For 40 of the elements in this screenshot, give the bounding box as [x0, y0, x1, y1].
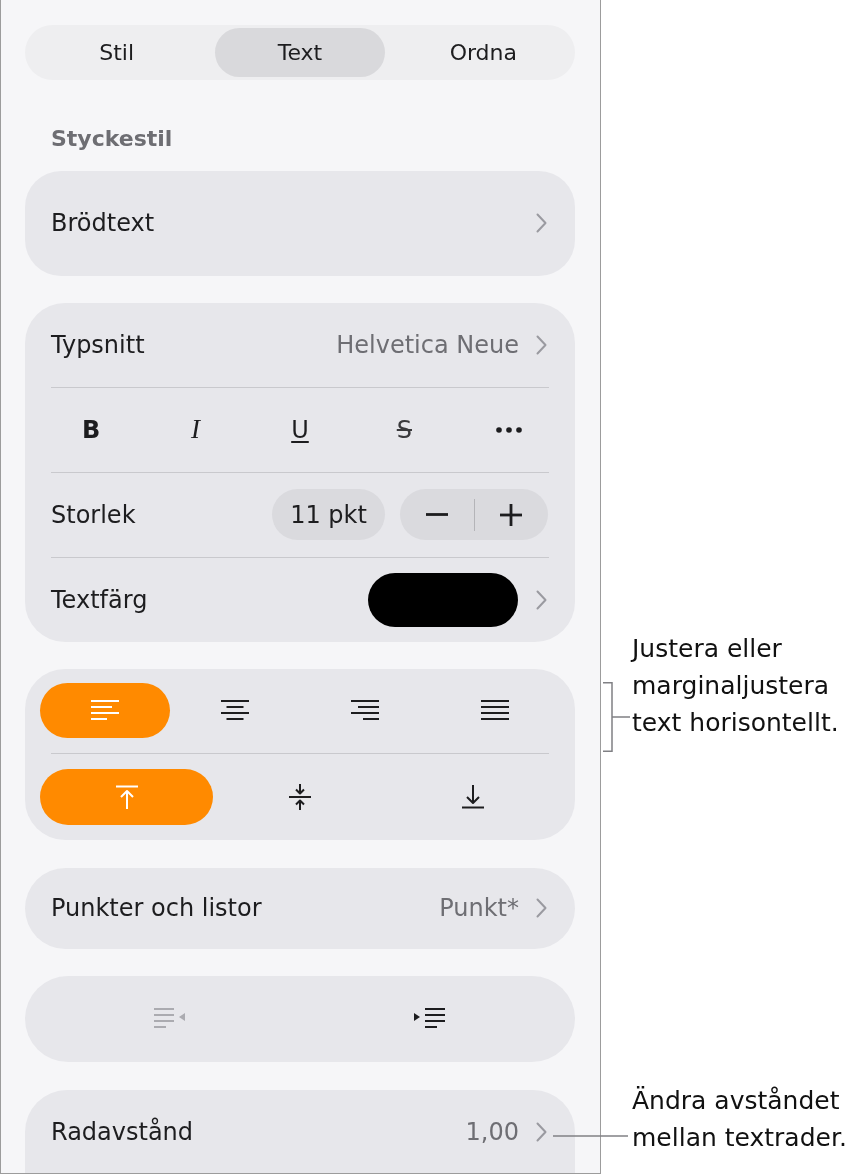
line-spacing-card[interactable]: Radavstånd 1,00 — [25, 1090, 575, 1173]
align-center-icon — [221, 699, 249, 722]
align-right-icon — [351, 699, 379, 722]
size-label: Storlek — [51, 499, 136, 530]
more-icon — [495, 426, 522, 433]
chevron-icon — [536, 589, 547, 610]
callout-text: Ändra avståndet mellan textrader. — [632, 1085, 848, 1154]
italic-button[interactable]: I — [175, 407, 216, 452]
tab[interactable]: Text — [215, 28, 385, 78]
line-spacing-value: 1,00 — [465, 1116, 519, 1147]
tab[interactable]: Stil — [32, 28, 202, 78]
callout-text: Justera eller marginaljustera text horisontellt. — [632, 633, 840, 739]
color-swatch-icon[interactable] — [368, 572, 518, 627]
strikethrough-button[interactable]: S — [384, 407, 425, 452]
bullets-value: Punkt* — [439, 893, 519, 924]
align-bottom-icon — [461, 784, 486, 809]
section-heading: Styckestil — [51, 125, 173, 154]
size-field[interactable]: 11 pkt — [272, 489, 385, 541]
paragraph-style-card[interactable]: Brödtext — [25, 171, 575, 276]
font-value[interactable]: Helvetica Neue — [336, 329, 519, 360]
align-left-icon — [91, 699, 119, 722]
bullets-card[interactable]: Punkter och listor Punkt* — [25, 867, 575, 950]
font-label: Typsnitt — [51, 329, 145, 360]
tab[interactable]: Ordna — [398, 28, 568, 78]
chevron-icon — [536, 898, 547, 919]
chevron-icon — [536, 1121, 547, 1142]
minus-icon — [425, 513, 448, 517]
text-color-label: Textfärg — [51, 584, 148, 615]
line-spacing-label: Radavstånd — [51, 1116, 194, 1147]
bold-button[interactable]: B — [71, 407, 112, 452]
style-name: Brödtext — [51, 208, 155, 239]
align-middle-icon — [288, 783, 312, 810]
chevron-icon — [536, 213, 547, 234]
underline-button[interactable]: U — [280, 407, 320, 452]
bracket-line — [603, 682, 630, 752]
align-top-icon — [114, 784, 139, 809]
bullets-label: Punkter och listor — [51, 893, 262, 924]
plus-icon — [500, 503, 523, 526]
justify-icon — [481, 699, 509, 722]
chevron-icon — [536, 334, 547, 355]
